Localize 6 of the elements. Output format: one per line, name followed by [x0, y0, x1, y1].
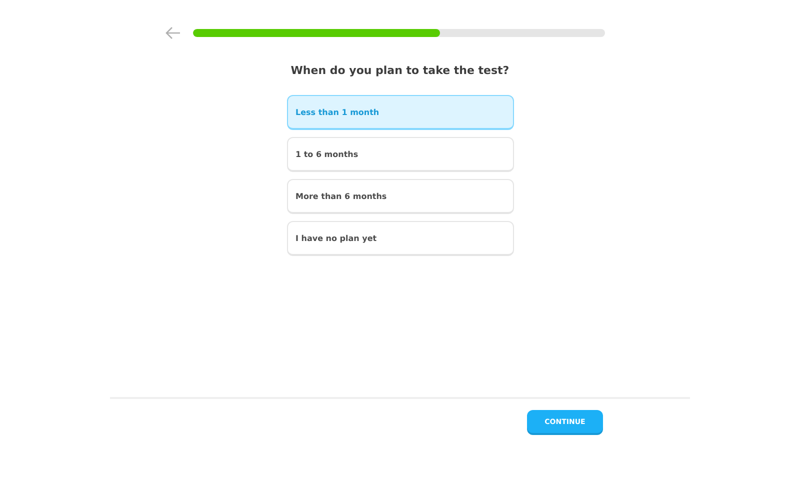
question-title: When do you plan to take the test?	[290, 64, 510, 77]
answer-option[interactable]: More than 6 months	[286, 179, 514, 214]
answer-option[interactable]: I have no plan yet	[286, 221, 514, 256]
back-arrow-icon	[165, 26, 181, 40]
answer-option[interactable]: 1 to 6 months	[286, 137, 514, 172]
back-button[interactable]	[165, 26, 181, 40]
